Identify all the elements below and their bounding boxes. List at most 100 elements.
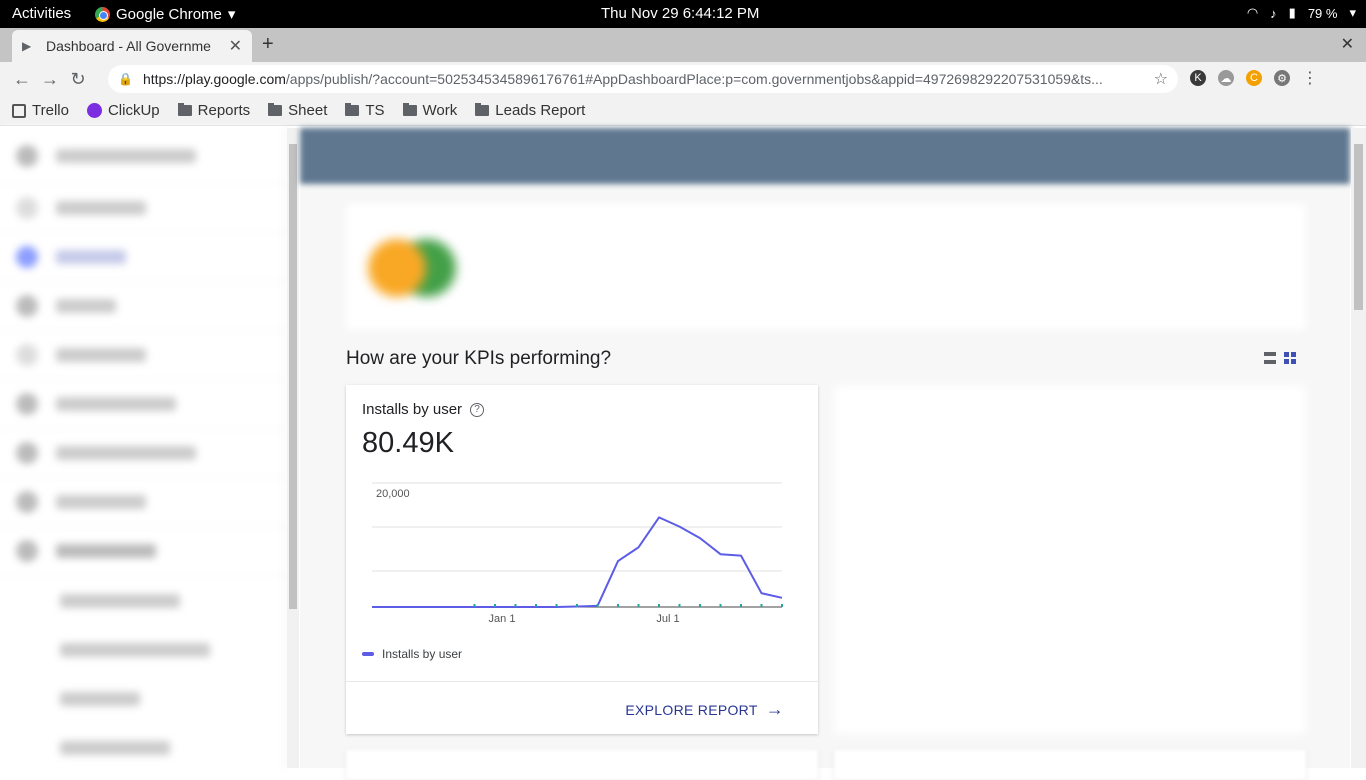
sidebar-item[interactable] — [0, 478, 285, 527]
tab-strip: ▶ Dashboard - All Governme ✕ + ✕ — [0, 28, 1366, 62]
bookmark-work[interactable]: Work — [402, 102, 458, 119]
sidebar-header — [0, 128, 285, 184]
back-button[interactable]: ← — [8, 69, 36, 90]
activities-button[interactable]: Activities — [12, 5, 71, 22]
app-menu[interactable]: Google Chrome ▾ — [95, 5, 235, 23]
chrome-icon — [95, 6, 110, 22]
status-area[interactable]: ◠ ♪ ▮ 79 % ▾ — [1247, 5, 1356, 21]
browser-toolbar: ← → ↻ 🔒 https://play.google.com/apps/pub… — [0, 62, 1366, 96]
sidebar-blurred — [0, 128, 286, 768]
legend-swatch — [362, 652, 374, 656]
view-toggle — [1264, 352, 1296, 364]
bookmark-label: Trello — [32, 102, 69, 119]
sidebar-scrollbar[interactable] — [287, 128, 299, 768]
bottom-card — [834, 750, 1306, 780]
google-play-icon: ▶ — [22, 39, 32, 53]
bookmark-trello[interactable]: Trello — [12, 102, 69, 119]
sidebar-logo — [16, 144, 38, 167]
clock[interactable]: Thu Nov 29 6:44:12 PM — [601, 5, 759, 22]
new-tab-button[interactable]: + — [262, 33, 274, 56]
list-view-icon[interactable] — [1264, 352, 1276, 364]
x-tick-label: Jan 1 — [489, 613, 516, 625]
bookmark-label: Work — [422, 102, 458, 119]
bookmark-star-icon[interactable]: ☆ — [1154, 69, 1168, 89]
volume-icon: ♪ — [1270, 5, 1277, 21]
close-tab-icon[interactable]: ✕ — [229, 36, 242, 56]
card-title: Installs by user ? — [362, 401, 485, 418]
trello-icon — [12, 103, 26, 118]
reload-button[interactable]: ↻ — [64, 69, 92, 90]
sidebar-item[interactable] — [0, 527, 285, 576]
bookmark-sheet[interactable]: Sheet — [268, 102, 327, 119]
url-text: https://play.google.com/apps/publish/?ac… — [143, 71, 1146, 87]
sidebar-subitem[interactable] — [0, 625, 285, 674]
address-bar[interactable]: 🔒 https://play.google.com/apps/publish/?… — [108, 65, 1178, 93]
battery-level: 79 % — [1307, 5, 1338, 21]
bookmark-label: Leads Report — [495, 102, 586, 119]
page-scrollbar[interactable] — [1351, 128, 1366, 768]
installs-chart: 20,000 Jan 1 Jul 1 — [372, 482, 783, 625]
card-title-text: Installs by user — [362, 401, 463, 418]
main-area: How are your KPIs performing? Installs b… — [300, 128, 1350, 780]
battery-icon: ▮ — [1288, 5, 1296, 20]
sidebar-subitem[interactable] — [0, 723, 285, 772]
system-top-bar: Activities Google Chrome ▾ Thu Nov 29 6:… — [0, 0, 1366, 28]
app-info-card-blurred — [346, 204, 1306, 330]
bookmarks-bar: Trello ClickUp Reports Sheet TS Work Lea… — [0, 96, 1366, 126]
bookmark-leads-report[interactable]: Leads Report — [475, 102, 585, 119]
chart-legend: Installs by user — [362, 647, 462, 661]
url-path: /apps/publish/?account=50253453458961767… — [285, 71, 1103, 87]
y-tick-label: 20,000 — [376, 488, 410, 500]
tab-dashboard[interactable]: ▶ Dashboard - All Governme ✕ — [12, 30, 252, 62]
forward-button[interactable]: → — [36, 69, 64, 90]
extension-icons: K ☁ C ⚙ ⋮ — [1190, 70, 1318, 87]
arrow-right-icon: → — [765, 699, 784, 719]
folder-icon — [475, 103, 490, 116]
bookmark-reports[interactable]: Reports — [177, 102, 251, 119]
extension-c-icon[interactable]: C — [1246, 70, 1262, 86]
sidebar-item[interactable] — [0, 331, 285, 380]
legend-label: Installs by user — [382, 647, 463, 661]
sidebar-item[interactable] — [0, 282, 285, 331]
bookmark-clickup[interactable]: ClickUp — [86, 102, 160, 119]
extension-cloud-icon[interactable]: ☁ — [1218, 70, 1234, 86]
help-icon[interactable]: ? — [470, 402, 485, 417]
extension-k-icon[interactable]: K — [1190, 70, 1206, 86]
series-line — [372, 516, 783, 608]
explore-report-label: EXPLORE REPORT — [625, 701, 758, 718]
menu-icon[interactable]: ⋮ — [1302, 70, 1318, 87]
app-name: Google Chrome — [116, 5, 222, 23]
folder-icon — [268, 103, 283, 116]
bookmark-label: Reports — [197, 102, 251, 119]
sidebar-item-active[interactable] — [0, 233, 285, 282]
sidebar-subitem[interactable] — [0, 674, 285, 723]
scrollbar-thumb[interactable] — [1354, 144, 1363, 310]
clickup-icon — [86, 103, 102, 118]
scrollbar-thumb[interactable] — [289, 144, 297, 609]
sidebar-item[interactable] — [0, 429, 285, 478]
app-logo-blurred — [362, 228, 462, 308]
console-header-blurred — [300, 128, 1350, 184]
bookmark-label: TS — [365, 102, 385, 119]
close-window-icon[interactable]: ✕ — [1341, 34, 1354, 54]
sidebar-item[interactable] — [0, 184, 285, 233]
grid-view-icon[interactable] — [1284, 352, 1296, 364]
kpi-heading: How are your KPIs performing? — [346, 348, 612, 369]
bookmark-label: ClickUp — [107, 102, 160, 119]
installs-metric: 80.49K — [362, 427, 454, 459]
sidebar-subitem[interactable] — [0, 576, 285, 625]
lock-icon: 🔒 — [118, 72, 133, 86]
kpi-card-blurred — [834, 385, 1306, 734]
chevron-down-icon: ▾ — [1349, 5, 1356, 20]
folder-icon — [177, 103, 192, 116]
url-host: https://play.google.com — [142, 71, 286, 87]
tab-title: Dashboard - All Governme — [46, 38, 211, 54]
bookmark-ts[interactable]: TS — [345, 102, 385, 119]
chevron-down-icon: ▾ — [227, 6, 236, 23]
sidebar-item[interactable] — [0, 380, 285, 429]
explore-report-button[interactable]: EXPLORE REPORT → — [625, 699, 784, 720]
extension-puzzle-icon[interactable]: ⚙ — [1274, 70, 1290, 86]
installs-card: Installs by user ? 80.49K 20,000 Jan 1 Jul… — [346, 385, 818, 734]
card-divider — [346, 681, 818, 682]
wifi-icon: ◠ — [1246, 5, 1259, 20]
